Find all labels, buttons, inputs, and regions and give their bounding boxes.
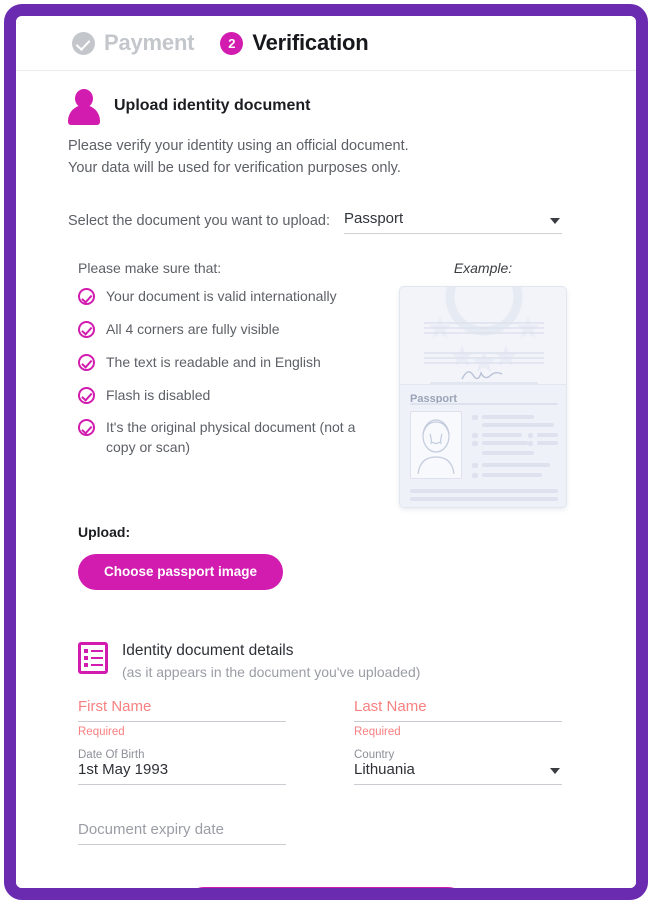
- document-type-select[interactable]: Passport: [343, 209, 562, 234]
- checklist-item-label: Flash is disabled: [106, 386, 211, 403]
- list-icon: [78, 641, 108, 674]
- portrait-icon: [417, 419, 455, 474]
- identity-details-title: Identity document details: [122, 641, 294, 659]
- checklist-item: All 4 corners are fully visible: [78, 320, 378, 340]
- passport-bottom-half: Passport: [400, 383, 566, 507]
- last-name-field: Last Name Required: [354, 698, 562, 738]
- upload-label: Upload:: [78, 523, 131, 540]
- identity-details-header: Identity document details (as it appears…: [78, 641, 584, 680]
- verification-card: Payment 2 Verification Upload identity d…: [16, 16, 636, 888]
- person-icon: [68, 89, 100, 125]
- requirements-section: Please make sure that: Your document is …: [68, 260, 584, 508]
- passport-photo: [410, 410, 462, 479]
- step-payment-label: Payment: [104, 30, 195, 55]
- check-circle-icon: [78, 287, 95, 305]
- example-panel: Example: Passport: [388, 260, 578, 508]
- choose-passport-image-button[interactable]: Choose passport image: [78, 553, 284, 590]
- first-name-input[interactable]: First Name: [78, 698, 286, 722]
- country-field: Country Lithuania: [354, 748, 562, 785]
- checklist-item-label: It's the original physical document (not…: [106, 419, 356, 456]
- chevron-down-icon: [549, 217, 560, 224]
- step-indicator: Payment 2 Verification: [16, 16, 636, 71]
- identity-details-subtitle: (as it appears in the document you've up…: [122, 663, 421, 680]
- document-type-label: Select the document you want to upload:: [68, 212, 330, 229]
- chevron-down-icon: [550, 767, 560, 774]
- check-circle-icon: [78, 419, 95, 437]
- check-circle-icon: [78, 386, 95, 404]
- first-name-placeholder: First Name: [78, 697, 152, 715]
- date-of-birth-label: Date Of Birth: [78, 748, 145, 761]
- identity-form: First Name Required Last Name Required D…: [78, 698, 584, 845]
- document-type-value: Passport: [343, 209, 404, 227]
- check-circle-icon: [78, 320, 95, 338]
- passport-watermark: [424, 286, 544, 384]
- date-of-birth-input[interactable]: 1st May 1993: [78, 761, 286, 785]
- card-body: Upload identity document Please verify y…: [16, 71, 636, 888]
- app-frame: Payment 2 Verification Upload identity d…: [4, 4, 648, 900]
- upload-document-button[interactable]: Upload Document: [184, 886, 468, 888]
- expiry-date-input[interactable]: Document expiry date: [78, 821, 286, 845]
- page-title: Upload identity document: [114, 97, 311, 114]
- date-of-birth-field: Date Of Birth 1st May 1993: [78, 748, 286, 785]
- intro-line-1: Please verify your identity using an off…: [68, 138, 409, 154]
- checklist-item-label: All 4 corners are fully visible: [106, 320, 280, 337]
- step-number-badge: 2: [220, 31, 244, 55]
- country-value: Lithuania: [354, 760, 415, 778]
- last-name-placeholder: Last Name: [354, 697, 427, 715]
- expiry-date-field: Document expiry date: [78, 821, 286, 845]
- checklist-item: Flash is disabled: [78, 386, 378, 406]
- submit-area: Upload Document: [68, 886, 584, 888]
- first-name-field: First Name Required: [78, 698, 286, 738]
- passport-example-image: Passport: [399, 285, 567, 508]
- checklist-item-label: Your document is valid internationally: [106, 287, 337, 304]
- country-label: Country: [354, 748, 395, 761]
- last-name-input[interactable]: Last Name: [354, 698, 562, 722]
- step-verification-label: Verification: [252, 30, 369, 55]
- name-row: First Name Required Last Name Required: [78, 698, 584, 738]
- checklist-item: The text is readable and in English: [78, 353, 378, 373]
- checklist: Please make sure that: Your document is …: [68, 260, 378, 508]
- step-payment[interactable]: Payment: [72, 30, 195, 56]
- checklist-heading: Please make sure that:: [78, 259, 222, 276]
- step-verification[interactable]: 2 Verification: [220, 30, 369, 56]
- checklist-item-label: The text is readable and in English: [106, 353, 321, 370]
- intro-text: Please verify your identity using an off…: [68, 135, 584, 180]
- example-label: Example:: [453, 259, 513, 276]
- checklist-item: It's the original physical document (not…: [78, 418, 378, 458]
- date-of-birth-value: 1st May 1993: [78, 760, 169, 778]
- country-select[interactable]: Lithuania: [354, 761, 562, 785]
- checklist-item: Your document is valid internationally: [78, 287, 378, 307]
- intro-line-2: Your data will be used for verification …: [68, 160, 401, 177]
- document-type-row: Select the document you want to upload: …: [68, 210, 584, 234]
- expiry-date-placeholder: Document expiry date: [78, 820, 224, 838]
- check-circle-icon: [78, 353, 95, 371]
- check-circle-icon: [72, 31, 95, 55]
- dob-country-row: Date Of Birth 1st May 1993 Country Lithu…: [78, 748, 584, 785]
- identity-details-section: Identity document details (as it appears…: [68, 641, 584, 845]
- section-header: Upload identity document: [68, 89, 584, 125]
- last-name-error: Required: [354, 725, 401, 738]
- first-name-error: Required: [78, 725, 125, 738]
